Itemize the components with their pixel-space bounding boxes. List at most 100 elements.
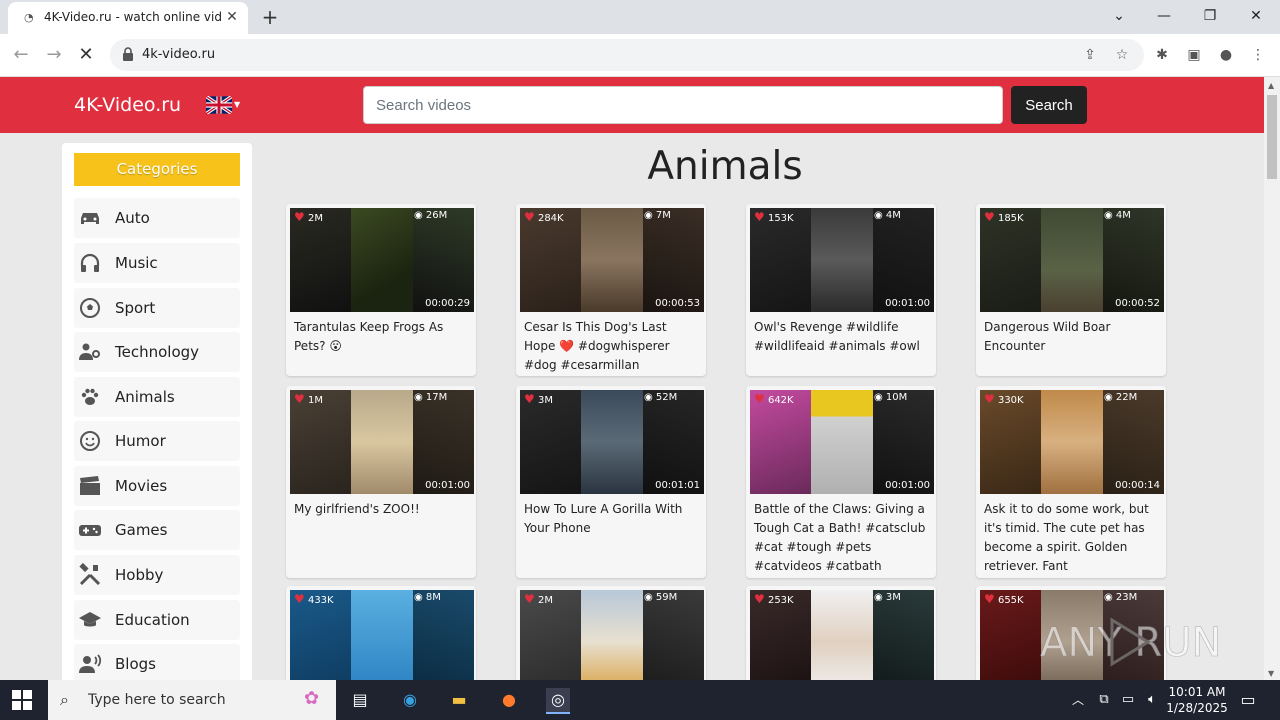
sidebar-item-auto[interactable]: Auto [74,198,240,238]
tab-search-chevron-icon[interactable]: ⌄ [1097,4,1141,28]
edge-icon[interactable]: ◉ [398,688,422,712]
menu-kebab-icon[interactable]: ⋮ [1248,45,1268,65]
heart-icon: ♥ [984,210,995,224]
video-title[interactable]: Tarantulas Keep Frogs As Pets? 😮 [294,318,470,356]
heart-icon: ♥ [984,392,995,406]
bookmark-star-icon[interactable]: ☆ [1112,45,1132,65]
video-card[interactable]: ♥ 642K ◉ 10M 00:01:00 Battle of the Claw… [746,386,936,578]
uk-flag-icon[interactable] [206,96,232,114]
video-title[interactable]: My girlfriend's ZOO!! [294,500,470,519]
sidebar-item-label: Technology [115,343,200,361]
video-card[interactable]: ♥ 3M ◉ 52M 00:01:01 How To Lure A Gorill… [516,386,706,578]
video-card[interactable]: ♥ 330K ◉ 22M 00:00:14 Ask it to do some … [976,386,1166,578]
likes-count: ♥ 330K [984,392,1024,406]
views-count: ◉ 52M [644,392,678,403]
sidebar-item-movies[interactable]: Movies [74,466,240,506]
video-thumbnail[interactable]: ♥ 2M ◉ 26M 00:00:29 [290,208,474,312]
video-card[interactable]: ♥ 1M ◉ 17M 00:01:00 My girlfriend's ZOO!… [286,386,476,578]
video-card[interactable]: ♥ 433K ◉ 8M [286,586,476,680]
eye-icon: ◉ [874,392,883,403]
heart-icon: ♥ [524,592,535,606]
video-duration: 00:01:00 [425,480,470,491]
taskbar-search-box[interactable]: ⌕ Type here to search ✿ [48,680,336,720]
windows-start-icon[interactable] [12,690,32,710]
site-header: 4K-Video.ru ▼ Search [0,77,1264,133]
eye-icon: ◉ [644,392,653,403]
sidebar-item-sport[interactable]: Sport [74,288,240,328]
web-page: 4K-Video.ru ▼ Search Categories Auto Mus… [0,77,1264,680]
notifications-icon[interactable]: ▭ [1236,688,1260,712]
video-thumbnail[interactable]: ♥ 642K ◉ 10M 00:01:00 [750,390,934,494]
sidebar-item-animals[interactable]: Animals [74,377,240,417]
video-thumbnail[interactable]: ♥ 3M ◉ 52M 00:01:01 [520,390,704,494]
browser-tab[interactable]: ◔ 4K-Video.ru - watch online video ✕ [8,2,248,34]
video-title[interactable]: Battle of the Claws: Giving a Tough Cat … [754,500,930,576]
video-title[interactable]: Ask it to do some work, but it's timid. … [984,500,1160,576]
language-caret-icon[interactable]: ▼ [234,100,240,109]
football-icon [80,298,100,318]
sidebar-item-hobby[interactable]: Hobby [74,555,240,595]
video-title[interactable]: Owl's Revenge #wildlife #wildlifeaid #an… [754,318,930,356]
sidebar-item-humor[interactable]: Humor [74,421,240,461]
video-thumbnail[interactable]: ♥ 2M ◉ 59M [520,590,704,680]
video-card[interactable]: ♥ 185K ◉ 4M 00:00:52 Dangerous Wild Boar… [976,204,1166,376]
video-thumbnail[interactable]: ♥ 1M ◉ 17M 00:01:00 [290,390,474,494]
video-thumbnail[interactable]: ♥ 330K ◉ 22M 00:00:14 [980,390,1164,494]
video-card[interactable]: ♥ 2M ◉ 59M [516,586,706,680]
show-hidden-icons-chevron-icon[interactable]: ︿ [1066,688,1090,712]
eye-icon: ◉ [644,592,653,603]
scrollbar-thumb[interactable] [1267,95,1277,179]
volume-icon[interactable]: 🔈︎ [1140,688,1164,712]
video-card[interactable]: ♥ 284K ◉ 7M 00:00:53 Cesar Is This Dog's… [516,204,706,376]
firefox-icon[interactable]: ● [497,688,521,712]
back-icon[interactable]: ← [9,43,33,67]
video-thumbnail[interactable]: ♥ 185K ◉ 4M 00:00:52 [980,208,1164,312]
task-view-icon[interactable]: ▤ [348,688,372,712]
video-thumbnail[interactable]: ♥ 153K ◉ 4M 00:01:00 [750,208,934,312]
forward-icon[interactable]: → [42,43,66,67]
taskbar-clock[interactable]: 10:01 AM 1/28/2025 [1164,684,1230,716]
video-thumbnail[interactable]: ♥ 253K ◉ 3M [750,590,934,680]
network-icon[interactable]: ▭ [1116,688,1140,712]
sidebar-item-label: Sport [115,299,156,317]
video-card[interactable]: ♥ 2M ◉ 26M 00:00:29 Tarantulas Keep Frog… [286,204,476,376]
heart-icon: ♥ [754,592,765,606]
address-bar[interactable]: 4k-video.ru ⇪ ☆ [110,39,1144,71]
close-window-icon[interactable]: ✕ [1234,4,1278,28]
sidebar-item-blogs[interactable]: Blogs [74,644,240,680]
sidebar-item-music[interactable]: Music [74,243,240,283]
site-logo[interactable]: 4K-Video.ru [74,94,181,116]
file-explorer-icon[interactable]: ▬ [447,688,471,712]
search-input[interactable] [363,86,1003,124]
video-duration: 00:01:00 [885,480,930,491]
video-title[interactable]: Cesar Is This Dog's Last Hope ❤️ #dogwhi… [524,318,700,375]
search-button[interactable]: Search [1011,86,1087,124]
new-tab-icon[interactable]: + [258,5,282,29]
scroll-down-icon[interactable]: ▼ [1268,669,1274,678]
close-tab-icon[interactable]: ✕ [224,9,240,25]
profile-avatar-icon[interactable]: ● [1216,45,1236,65]
share-icon[interactable]: ⇪ [1080,45,1100,65]
chrome-icon[interactable]: ◎ [546,688,570,714]
page-scrollbar[interactable]: ▲ ▼ [1264,77,1280,680]
video-thumbnail[interactable]: ♥ 433K ◉ 8M [290,590,474,680]
video-thumbnail[interactable]: ♥ 284K ◉ 7M 00:00:53 [520,208,704,312]
sidebar-item-technology[interactable]: Technology [74,332,240,372]
heart-icon: ♥ [524,392,535,406]
device-icon[interactable]: ⧉ [1092,688,1116,712]
restore-icon[interactable]: ❐ [1188,4,1232,28]
taskbar-search-placeholder: Type here to search [88,692,226,708]
extensions-icon[interactable]: ✱ [1152,45,1172,65]
scroll-up-icon[interactable]: ▲ [1268,81,1274,90]
video-card[interactable]: ♥ 153K ◉ 4M 00:01:00 Owl's Revenge #wild… [746,204,936,376]
sidebar-item-education[interactable]: Education [74,600,240,640]
sidebar-item-games[interactable]: Games [74,510,240,550]
side-panel-icon[interactable]: ▣ [1184,45,1204,65]
headphones-icon [80,253,100,272]
video-title[interactable]: Dangerous Wild Boar Encounter [984,318,1160,356]
video-title[interactable]: How To Lure A Gorilla With Your Phone [524,500,700,538]
video-card[interactable]: ♥ 253K ◉ 3M [746,586,936,680]
stop-loading-icon[interactable]: ✕ [74,43,98,67]
video-duration: 00:00:29 [425,298,470,309]
minimize-icon[interactable]: — [1142,4,1186,28]
